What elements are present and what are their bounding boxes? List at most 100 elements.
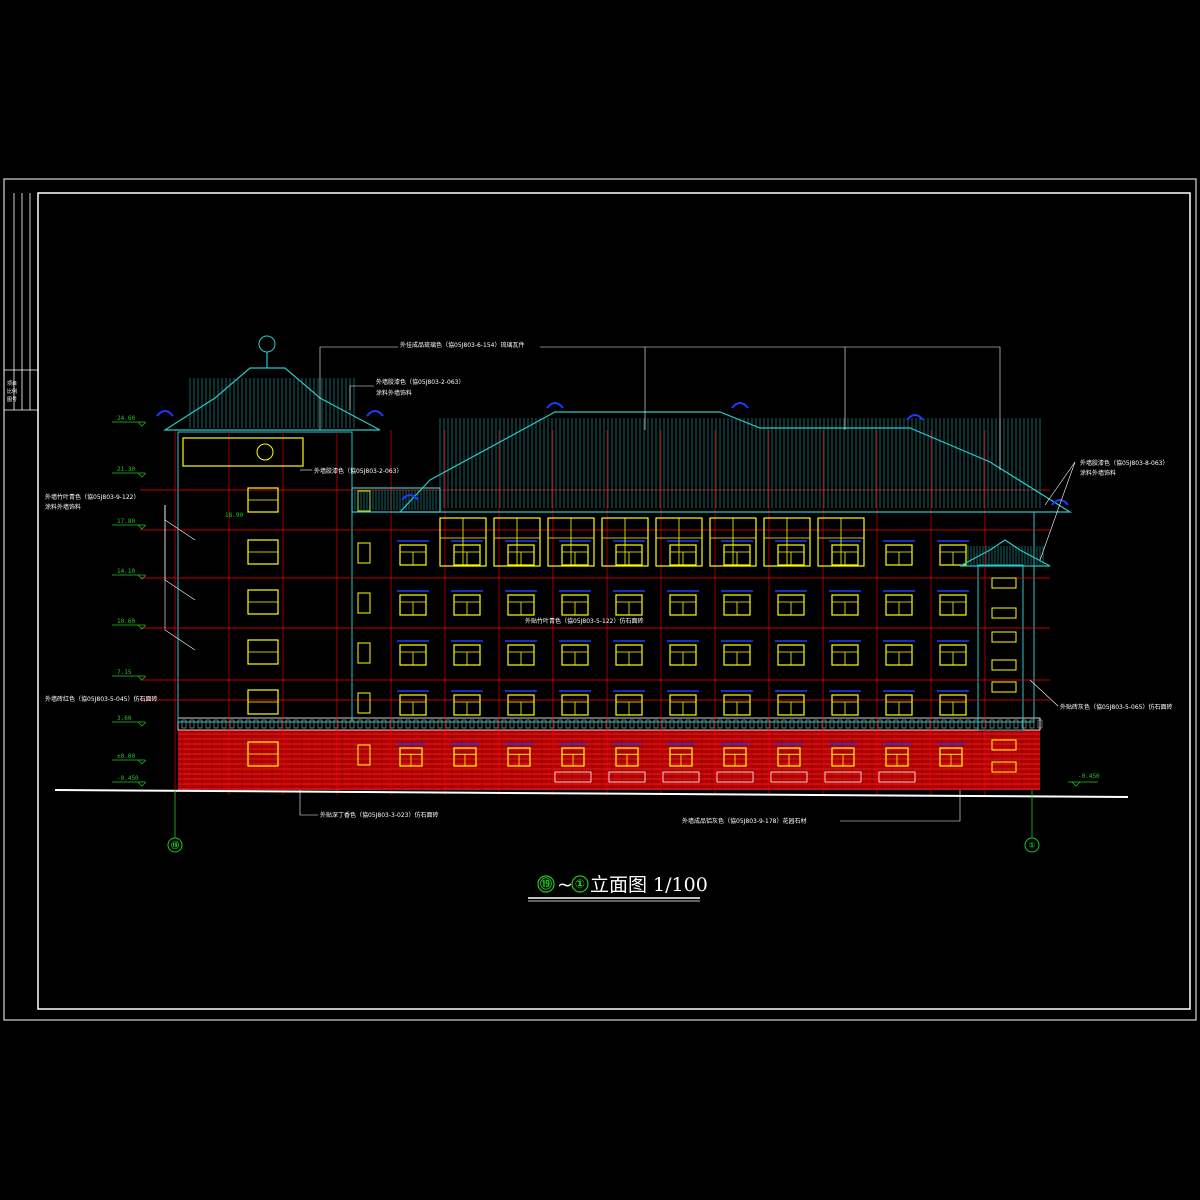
title-axis-to: ①: [575, 877, 585, 891]
round-window: [256, 443, 274, 461]
level-triangle: [137, 524, 147, 530]
level-label: -0.450: [117, 775, 139, 782]
balustrade-post: [677, 719, 683, 729]
balustrade-post: [333, 719, 339, 729]
level-label: ±0.00: [117, 753, 135, 760]
drawing-title: ⑲ ~ ① 立面图 1/100: [528, 874, 708, 902]
leader-line: [319, 346, 398, 430]
balustrade-post: [493, 719, 499, 729]
note-eave-right-2: 涂料外墙饰料: [1080, 469, 1116, 477]
balustrade-post: [901, 719, 907, 729]
level-label: 24.60: [117, 415, 135, 422]
balustrade-post: [733, 719, 739, 729]
balustrade-post: [229, 719, 235, 729]
balustrade-post: [645, 719, 651, 729]
balustrade-post: [813, 719, 819, 729]
balustrade-post: [565, 719, 571, 729]
window: [991, 577, 1017, 589]
balustrade-post: [877, 719, 883, 729]
level-triangle: [137, 472, 147, 478]
balustrade-post: [837, 719, 843, 729]
balustrade-post: [597, 719, 603, 729]
balustrade-post: [317, 719, 323, 729]
balustrade-post: [893, 719, 899, 729]
balustrade-post: [421, 719, 427, 729]
balustrade-post: [269, 719, 275, 729]
balustrade-post: [341, 719, 347, 729]
balustrade-post: [957, 719, 963, 729]
balustrade-post: [549, 719, 555, 729]
level-triangle: [137, 421, 147, 427]
balustrade-post: [869, 719, 875, 729]
balustrade-post: [469, 719, 475, 729]
balustrade-post: [749, 719, 755, 729]
balustrade-post: [373, 719, 379, 729]
balustrade-post: [661, 719, 667, 729]
note-wall-left-2: 涂料外墙饰料: [45, 503, 81, 511]
balustrade-post: [525, 719, 531, 729]
balustrade-post: [709, 719, 715, 729]
window: [991, 659, 1017, 671]
balustrade-post: [381, 719, 387, 729]
balustrade-post: [789, 719, 795, 729]
balustrade-post: [653, 719, 659, 729]
left-pavilion-roof: [162, 367, 381, 431]
balustrade-post: [997, 719, 1003, 729]
balustrade-post: [573, 719, 579, 729]
balustrade-post: [613, 719, 619, 729]
balustrade-post: [389, 719, 395, 729]
window: [991, 681, 1017, 693]
eave-ornament: [906, 414, 924, 421]
level-label: 21.30: [117, 466, 135, 473]
balustrade-post: [277, 719, 283, 729]
balustrade-post: [941, 719, 947, 729]
level-label: 17.80: [117, 518, 135, 525]
balustrade-post: [365, 719, 371, 729]
balustrade-post: [461, 719, 467, 729]
window: [357, 642, 371, 664]
balustrade-post: [717, 719, 723, 729]
leader-line: [1044, 461, 1076, 506]
balustrade-post: [949, 719, 955, 729]
balustrade-post: [357, 719, 363, 729]
balustrade-post: [797, 719, 803, 729]
eave-ornament: [731, 402, 749, 409]
window: [357, 542, 371, 564]
axis-bubble-left: ⑲: [167, 790, 183, 853]
level-label: 10.60: [117, 618, 135, 625]
balustrade-post: [245, 719, 251, 729]
note-roof-tile: 外挂成品琉璃色（協05J803-6-154）琉璃瓦件: [400, 341, 524, 349]
balustrade-post: [925, 719, 931, 729]
balustrade-post: [197, 719, 203, 729]
balustrade-post: [725, 719, 731, 729]
balustrade-post: [325, 719, 331, 729]
balustrade-post: [261, 719, 267, 729]
balustrade-post: [853, 719, 859, 729]
title-separator: ~: [557, 874, 573, 896]
eave-ornament: [366, 410, 384, 417]
title-block: 项目 比例 图号: [4, 193, 38, 411]
balustrade-post: [629, 719, 635, 729]
window: [991, 631, 1017, 643]
balustrade-post: [517, 719, 523, 729]
balustrade-post: [213, 719, 219, 729]
balustrade-post: [397, 719, 403, 729]
balustrade-post: [917, 719, 923, 729]
balustrade-post: [301, 719, 307, 729]
elevation-drawing: 项目 比例 图号 24.60 21.30 17.80 14.10 10.60 7.15 3.…: [3, 178, 1197, 1021]
facade: [177, 431, 1035, 731]
window: [357, 592, 371, 614]
note-base-left: 外墙砖红色（協05J803-5-045）仿石面砖: [45, 695, 157, 703]
leader-line: [164, 505, 196, 601]
level-triangle: [137, 574, 147, 580]
level-triangle: [137, 781, 147, 787]
level-mid-label: 18.90: [225, 512, 243, 519]
note-bottom-right: 外墙成品铝灰色（協05J803-9-178）花园石材: [682, 817, 806, 825]
balustrade-post: [205, 719, 211, 729]
balustrade-post: [1029, 719, 1035, 729]
leader-line: [299, 790, 318, 816]
level-triangle: [137, 721, 147, 727]
main-roof: [398, 411, 1073, 513]
balustrade-post: [1013, 719, 1019, 729]
level-triangle: [1071, 781, 1081, 787]
